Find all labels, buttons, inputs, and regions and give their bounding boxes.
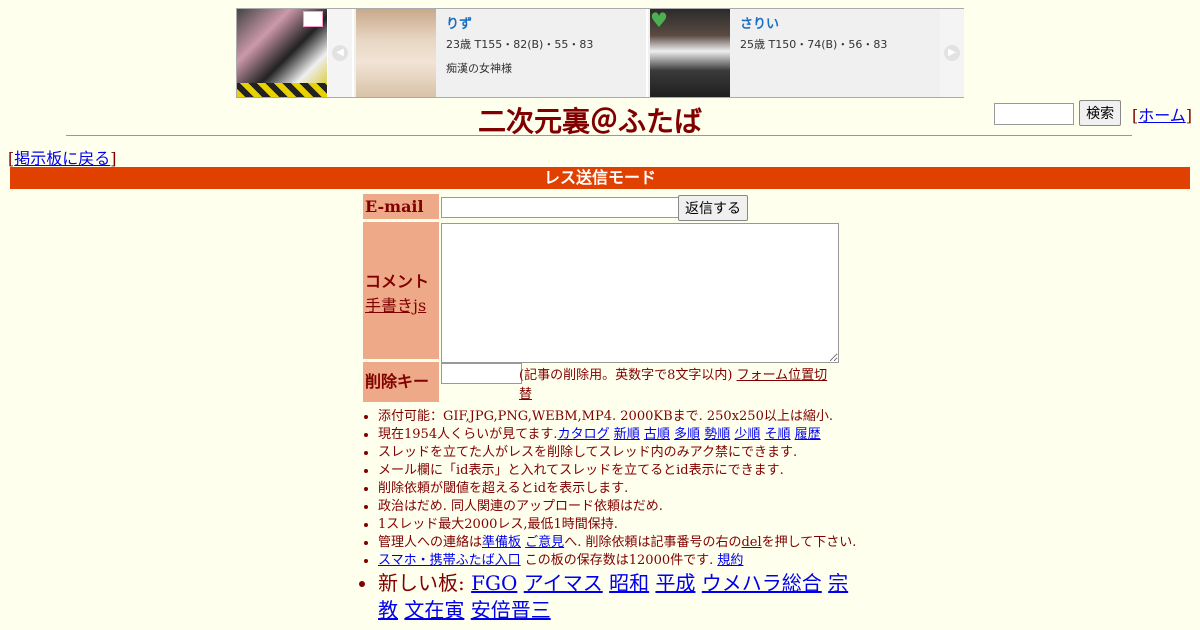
delete-key-label: 削除キー bbox=[363, 362, 439, 402]
ad-stripe-decoration bbox=[237, 83, 327, 97]
board-link-fgo[interactable]: FGO bbox=[471, 571, 517, 595]
reply-button[interactable]: 返信する bbox=[678, 195, 748, 221]
reply-mode-banner: レス送信モード bbox=[10, 167, 1190, 189]
home-link[interactable]: ホーム bbox=[1138, 106, 1186, 125]
board-link-imas[interactable]: アイマス bbox=[524, 571, 603, 595]
board-link-showa[interactable]: 昭和 bbox=[609, 571, 649, 595]
home-link-wrapper: [ホーム] bbox=[1132, 102, 1192, 126]
ad-next-button[interactable]: ▶ bbox=[940, 9, 964, 97]
ad-card[interactable]: りず 23歳 T155・82(B)・55・83 痴漢の女神様 bbox=[354, 9, 646, 97]
ad-card-spec: 23歳 T155・82(B)・55・83 bbox=[446, 38, 594, 51]
rule-contact: 管理人への連絡は準備板 ご意見へ. 削除依頼は記事番号の右のdelを押して下さい… bbox=[378, 534, 878, 552]
sort-few-link[interactable]: 少順 bbox=[734, 427, 760, 442]
feedback-link[interactable]: ご意見 bbox=[525, 535, 564, 550]
board-link-heisei[interactable]: 平成 bbox=[655, 571, 695, 595]
email-label: E-mail bbox=[363, 194, 439, 219]
search-button[interactable]: 検索 bbox=[1079, 100, 1122, 126]
ad-card-name[interactable]: さりい bbox=[740, 13, 887, 32]
delete-key-note-wrapper: (記事の削除用。英数字で8文字以内) フォーム位置切替 bbox=[519, 366, 829, 404]
rule-id-threshold: 削除依頼が閾値を超えるとidを表示します. bbox=[378, 480, 878, 498]
sort-so-link[interactable]: そ順 bbox=[765, 427, 791, 442]
email-field[interactable] bbox=[441, 197, 681, 218]
back-link-wrapper: [掲示板に戻る] bbox=[8, 145, 117, 169]
rule-thread-ban: スレッドを立てた人がレスを削除してスレッド内のみアク禁にできます. bbox=[378, 444, 878, 462]
ad-card-photo[interactable] bbox=[356, 9, 436, 97]
mobile-entry-link[interactable]: スマホ・携帯ふたば入口 bbox=[378, 553, 521, 568]
handwriting-link[interactable]: 手書きjs bbox=[365, 296, 426, 315]
ad-logo-image[interactable] bbox=[237, 9, 327, 97]
ad-badge-icon bbox=[303, 11, 323, 27]
board-link-abe[interactable]: 安倍晋三 bbox=[471, 598, 551, 622]
bracket-close: ] bbox=[110, 149, 117, 168]
ad-card[interactable]: ♥ さりい 25歳 T150・74(B)・56・83 bbox=[648, 9, 940, 97]
chevron-left-icon: ◀ bbox=[332, 45, 348, 61]
catalog-link[interactable]: カタログ bbox=[558, 427, 610, 442]
header-divider bbox=[66, 135, 1132, 136]
rules-list: 添付可能：GIF,JPG,PNG,WEBM,MP4. 2000KBまで. 250… bbox=[378, 408, 878, 624]
rule-viewers: 現在1954人くらいが見てます.カタログ 新順 古順 多順 勢順 少順 そ順 履… bbox=[378, 426, 878, 444]
history-link[interactable]: 履歴 bbox=[795, 427, 821, 442]
bracket-close: ] bbox=[1185, 106, 1193, 125]
sort-old-link[interactable]: 古順 bbox=[644, 427, 670, 442]
comment-textarea[interactable] bbox=[441, 223, 839, 363]
comment-label: コメント bbox=[365, 272, 430, 291]
ad-prev-button[interactable]: ◀ bbox=[328, 9, 352, 97]
delete-key-field[interactable] bbox=[441, 363, 522, 384]
ad-card-spec: 25歳 T150・74(B)・56・83 bbox=[740, 38, 888, 51]
prep-board-link[interactable]: 準備板 bbox=[482, 535, 521, 550]
search-input[interactable] bbox=[994, 102, 1074, 125]
heart-badge-icon: ♥ bbox=[650, 8, 668, 32]
board-link-umehara[interactable]: ウメハラ総合 bbox=[702, 571, 822, 595]
rule-new-boards: 新しい板: FGO アイマス 昭和 平成 ウメハラ総合 宗教 文在寅 安倍晋三 bbox=[378, 570, 868, 624]
rule-politics: 政治はだめ. 同人関連のアップロード依頼はだめ. bbox=[378, 498, 878, 516]
ad-card-name[interactable]: りず bbox=[446, 13, 593, 32]
ad-card-tag: 痴漢の女神様 bbox=[446, 62, 512, 75]
search-form: 検索 bbox=[994, 100, 1122, 126]
sort-momentum-link[interactable]: 勢順 bbox=[704, 427, 730, 442]
rule-id-display: メール欄に「id表示」と入れてスレッドを立てるとid表示にできます. bbox=[378, 462, 878, 480]
rule-thread-limit: 1スレッド最大2000レス,最低1時間保持. bbox=[378, 516, 878, 534]
del-link[interactable]: del bbox=[741, 535, 761, 550]
ad-banner[interactable]: ◀ りず 23歳 T155・82(B)・55・83 痴漢の女神様 ♥ さりい 2… bbox=[236, 8, 964, 98]
rule-mobile: スマホ・携帯ふたば入口 この板の保存数は12000件です. 規約 bbox=[378, 552, 878, 570]
sort-new-link[interactable]: 新順 bbox=[614, 427, 640, 442]
sort-many-link[interactable]: 多順 bbox=[674, 427, 700, 442]
board-link-moon[interactable]: 文在寅 bbox=[404, 598, 464, 622]
terms-link[interactable]: 規約 bbox=[717, 553, 743, 568]
delete-key-note: (記事の削除用。英数字で8文字以内) bbox=[519, 368, 733, 383]
comment-label-cell: コメント 手書きjs bbox=[363, 222, 439, 359]
chevron-right-icon: ▶ bbox=[944, 45, 960, 61]
rule-attach: 添付可能：GIF,JPG,PNG,WEBM,MP4. 2000KBまで. 250… bbox=[378, 408, 878, 426]
back-to-board-link[interactable]: 掲示板に戻る bbox=[14, 149, 110, 168]
